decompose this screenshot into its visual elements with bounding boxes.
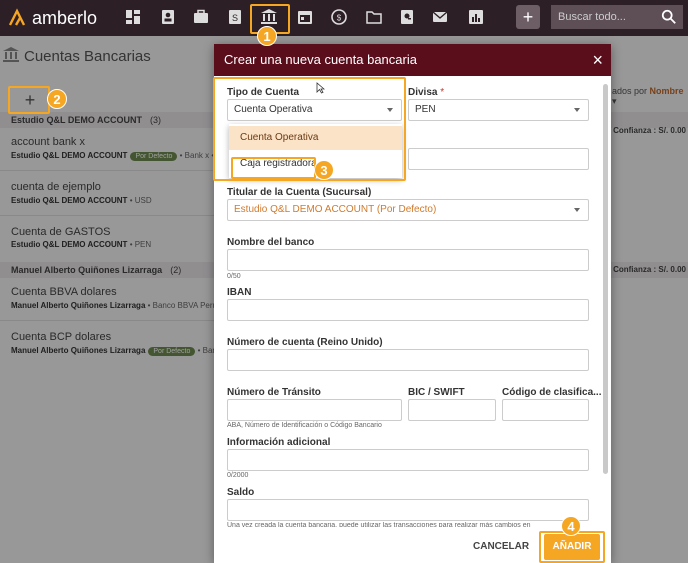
currency-select[interactable]: PEN (408, 99, 589, 121)
bank-name-label: Nombre del banco (227, 237, 315, 248)
cancel-button[interactable]: CANCELAR (473, 541, 529, 552)
additional-info-label: Información adicional (227, 437, 331, 448)
holder-value: Estudio Q&L DEMO ACCOUNT (Por Defecto) (234, 204, 437, 215)
currency-label: Divisa * (408, 87, 445, 98)
bank-name-input[interactable] (227, 249, 589, 271)
sort-code-input[interactable] (502, 399, 589, 421)
bic-label: BIC / SWIFT (408, 387, 465, 398)
transit-hint: ABA, Número de Identificación o Código B… (227, 422, 382, 429)
search-button[interactable] (655, 5, 683, 29)
global-search-input[interactable]: Buscar todo... (551, 5, 655, 29)
dialog-title: Crear una nueva cuenta bancaria (224, 52, 417, 67)
time-icon[interactable]: $ (330, 8, 348, 26)
bic-input[interactable] (408, 399, 496, 421)
hidden-field[interactable] (408, 148, 589, 170)
contacts-icon[interactable] (159, 8, 177, 26)
transit-input[interactable] (227, 399, 402, 421)
quick-add-button[interactable]: + (516, 5, 540, 29)
callout-badge: 2 (47, 89, 67, 109)
search-icon (661, 9, 676, 24)
app-name: amberlo (32, 7, 98, 28)
document-search-icon[interactable] (398, 8, 416, 26)
required-marker: * (440, 87, 445, 98)
balance-input[interactable] (227, 499, 589, 521)
sort-code-label: Código de clasifica... (502, 387, 602, 398)
briefcase-icon[interactable] (192, 8, 210, 26)
iban-label: IBAN (227, 287, 252, 298)
amberlo-logo-icon (8, 8, 26, 26)
callout-badge: 4 (561, 516, 581, 536)
additional-info-counter: 0/2000 (227, 472, 249, 479)
callout-badge: 1 (257, 26, 277, 46)
app-logo[interactable]: amberlo (8, 7, 97, 29)
bank-name-counter: 0/50 (227, 273, 241, 280)
holder-select[interactable]: Estudio Q&L DEMO ACCOUNT (Por Defecto) (227, 199, 589, 221)
callout-highlight (8, 86, 50, 114)
balance-label: Saldo (227, 487, 255, 498)
chevron-down-icon (574, 108, 580, 112)
transit-label: Número de Tránsito (227, 387, 321, 398)
additional-info-input[interactable] (227, 449, 589, 471)
close-icon[interactable]: × (592, 44, 603, 76)
top-navigation-bar: amberlo S $ + Buscar todo... (0, 0, 688, 36)
chevron-down-icon (574, 208, 580, 212)
folder-icon[interactable] (365, 8, 383, 26)
currency-value: PEN (415, 104, 436, 115)
iban-input[interactable] (227, 299, 589, 321)
dialog-scrollbar[interactable] (603, 84, 608, 474)
calendar-icon[interactable] (296, 8, 314, 26)
mouse-cursor-icon (316, 82, 325, 94)
mail-icon[interactable] (431, 8, 449, 26)
invoice-icon[interactable]: S (226, 8, 244, 26)
reports-icon[interactable] (467, 8, 485, 26)
svg-text:S: S (232, 13, 238, 23)
account-number-label: Número de cuenta (Reino Unido) (227, 337, 383, 348)
dialog-header: Crear una nueva cuenta bancaria × (214, 44, 611, 76)
callout-badge: 3 (314, 160, 334, 180)
holder-label: Titular de la Cuenta (Sucursal) (227, 187, 372, 198)
svg-text:$: $ (337, 14, 342, 23)
callout-highlight (231, 157, 316, 179)
dashboard-icon[interactable] (124, 8, 142, 26)
account-number-input[interactable] (227, 349, 589, 371)
